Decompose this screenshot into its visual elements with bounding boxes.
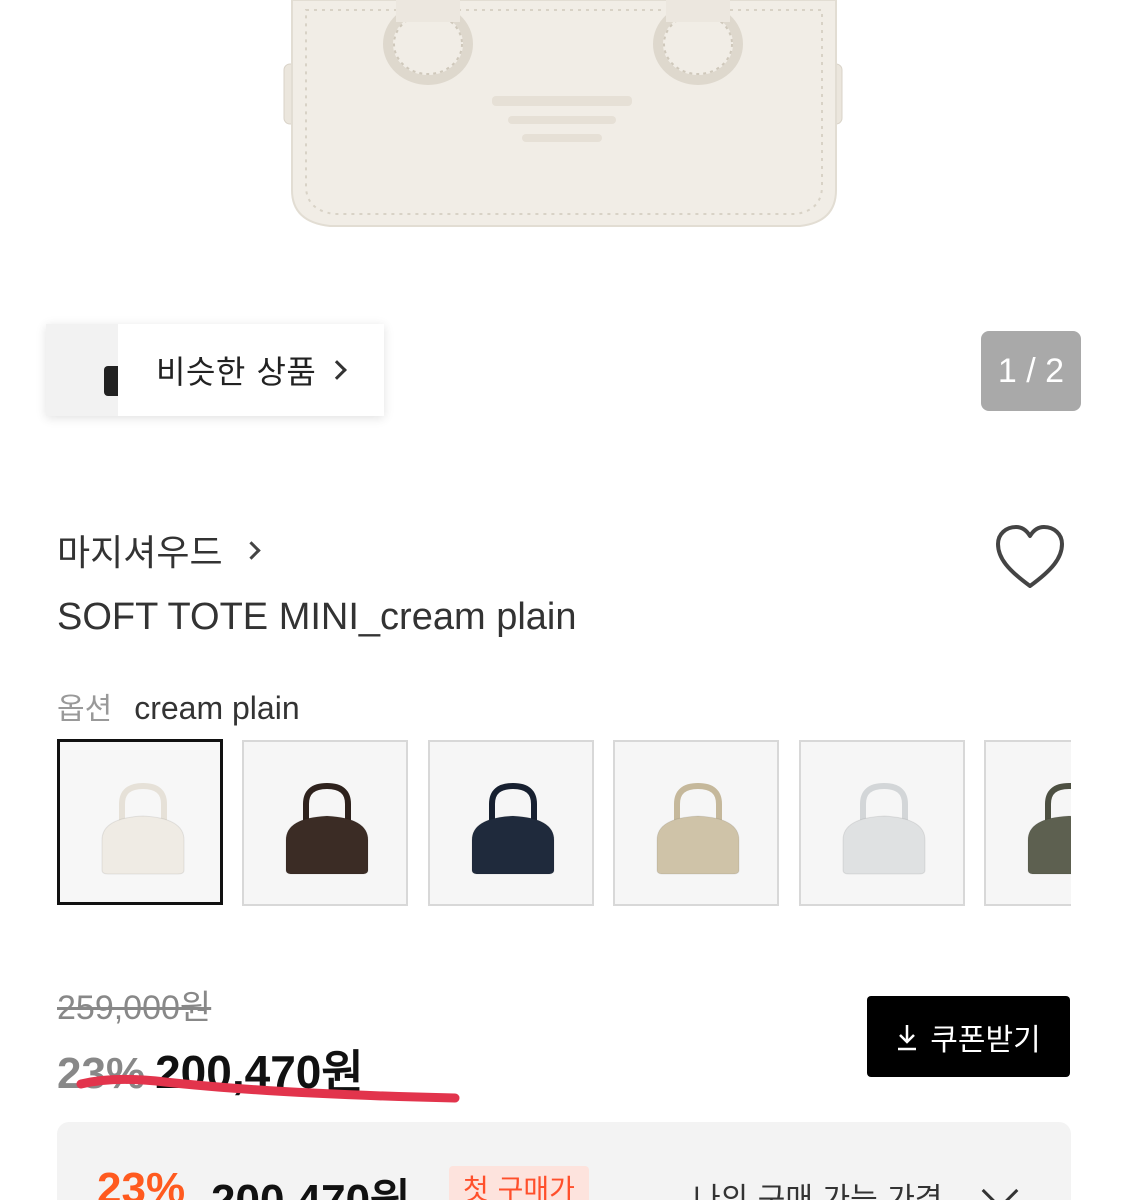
my-available-price-label: 나의 구매 가능 가격: [693, 1182, 943, 1200]
similar-products-button[interactable]: 비슷한 상품: [46, 324, 384, 416]
chevron-right-icon: [241, 540, 261, 560]
image-page-counter: 1 / 2: [981, 331, 1081, 411]
original-price: 259,000원: [57, 989, 212, 1027]
bag-illustration: [283, 0, 843, 227]
similar-product-thumbnail: [46, 324, 118, 416]
similar-products-label: 비슷한 상품: [156, 353, 317, 391]
color-swatch-beige[interactable]: [613, 740, 779, 906]
color-swatch-brown[interactable]: [242, 740, 408, 906]
option-value: cream plain: [134, 690, 300, 726]
promo-price: 200,470원: [211, 1164, 411, 1200]
bag-thumbnail-icon: [1027, 782, 1071, 875]
bag-thumbnail-icon: [471, 782, 555, 875]
option-row: 옵션 cream plain: [57, 684, 300, 728]
color-swatch-navy[interactable]: [428, 740, 594, 906]
mini-bag-icon: [104, 366, 118, 396]
download-icon: [898, 1024, 917, 1050]
coupon-label: 쿠폰받기: [930, 1022, 1041, 1058]
brand-link[interactable]: 마지셔우드: [57, 524, 261, 576]
first-purchase-badge: 첫 구매가: [449, 1166, 589, 1200]
brand-name: 마지셔우드: [57, 533, 223, 574]
heart-icon[interactable]: [994, 524, 1066, 590]
chevron-down-icon[interactable]: [981, 1172, 1019, 1200]
color-swatch-khaki[interactable]: [984, 740, 1071, 906]
coupon-button[interactable]: 쿠폰받기: [867, 996, 1070, 1077]
bag-thumbnail-icon: [101, 782, 185, 875]
chevron-right-icon: [327, 360, 348, 380]
bag-thumbnail-icon: [656, 782, 740, 875]
color-swatch-list: [57, 738, 1071, 908]
product-title: SOFT TOTE MINI_cream plain: [57, 596, 577, 638]
first-purchase-price-box[interactable]: 23% 200,470원 첫 구매가 나의 구매 가능 가격: [57, 1122, 1071, 1200]
color-swatch-cream[interactable]: [57, 739, 223, 905]
product-image[interactable]: [0, 0, 1128, 300]
promo-discount-rate: 23%: [97, 1164, 186, 1200]
color-swatch-light-gray[interactable]: [799, 740, 965, 906]
option-label: 옵션: [57, 692, 113, 727]
handwritten-underline: [76, 1074, 460, 1103]
bag-thumbnail-icon: [285, 782, 369, 875]
bag-thumbnail-icon: [842, 782, 926, 875]
